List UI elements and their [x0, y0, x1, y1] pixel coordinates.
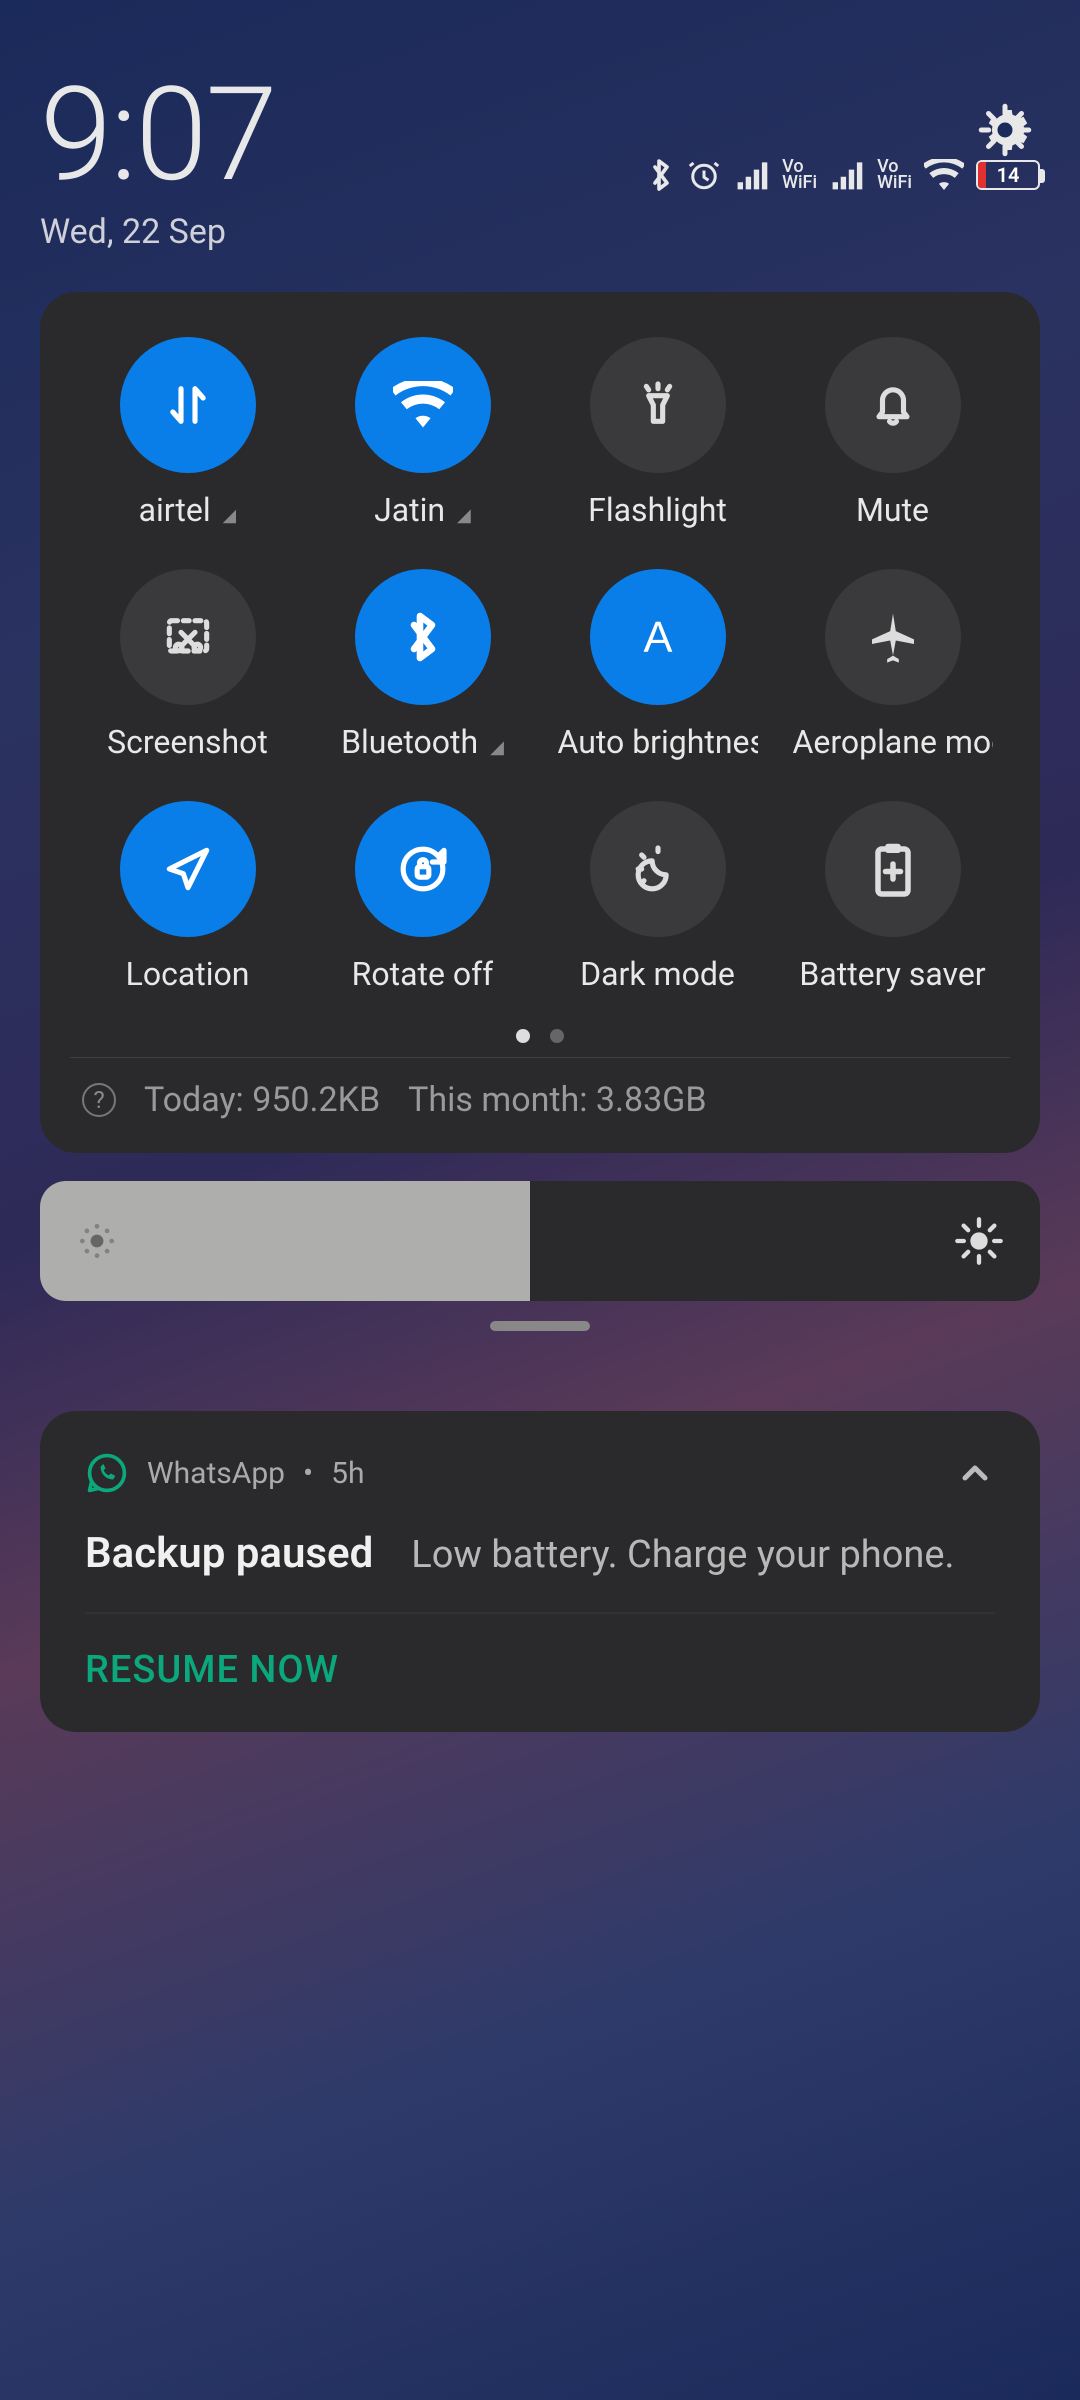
wifi-status-icon	[924, 159, 964, 191]
qs-tile-darkmode[interactable]: Dark mode	[540, 801, 775, 993]
vowifi-2-icon: VoWiFi	[877, 159, 912, 191]
qs-label-auto-brightness: Auto brightness	[558, 723, 758, 761]
help-icon: ?	[82, 1083, 116, 1117]
qs-tile-flashlight[interactable]: Flashlight	[540, 337, 775, 529]
qs-label-mobile-data: airtel ◢	[139, 491, 237, 529]
qs-label-aeroplane: Aeroplane mode	[793, 723, 993, 761]
qs-label-location: Location	[126, 955, 250, 993]
qs-tile-bluetooth[interactable]: Bluetooth ◢	[305, 569, 540, 761]
pager-dot-1	[516, 1029, 530, 1043]
shade-handle[interactable]	[490, 1321, 590, 1331]
quick-settings-panel: airtel ◢ Jatin ◢ Flashlight Mute Screenshot B…	[40, 292, 1040, 1153]
qs-tile-rotate[interactable]: Rotate off	[305, 801, 540, 993]
letter-a-icon[interactable]: A	[590, 569, 726, 705]
qs-tile-mute[interactable]: Mute	[775, 337, 1010, 529]
signal-2-icon	[829, 160, 865, 190]
notification-title: Backup paused	[85, 1529, 373, 1578]
brightness-low-icon	[75, 1219, 119, 1263]
notification-sep: •	[303, 1456, 313, 1491]
bluetooth-status-icon	[648, 155, 674, 195]
wifi-icon[interactable]	[355, 337, 491, 473]
chevron-caret-icon: ◢	[457, 505, 471, 526]
data-arrows-icon[interactable]	[120, 337, 256, 473]
bluetooth-icon[interactable]	[355, 569, 491, 705]
chevron-caret-icon: ◢	[223, 505, 237, 526]
pager-dot-2	[550, 1029, 564, 1043]
usage-month-label: This month: 3.83GB	[408, 1080, 706, 1120]
qs-label-screenshot: Screenshot	[107, 723, 268, 761]
signal-1-icon	[734, 160, 770, 190]
whatsapp-icon	[85, 1451, 129, 1495]
qs-label-darkmode: Dark mode	[580, 955, 735, 993]
qs-label-bluetooth: Bluetooth ◢	[341, 723, 504, 761]
qs-tile-mobile-data[interactable]: airtel ◢	[70, 337, 305, 529]
header: 9:07 Wed, 22 Sep	[0, 0, 1080, 282]
qs-tile-aeroplane[interactable]: Aeroplane mode	[775, 569, 1010, 761]
torch-icon[interactable]	[590, 337, 726, 473]
qs-tile-auto-brightness[interactable]: A Auto brightness	[540, 569, 775, 761]
notification-text: Low battery. Charge your phone.	[411, 1533, 954, 1577]
qs-tile-location[interactable]: Location	[70, 801, 305, 993]
rotate-lock-icon[interactable]	[355, 801, 491, 937]
clock-time[interactable]: 9:07	[40, 70, 276, 200]
nav-arrow-icon[interactable]	[120, 801, 256, 937]
notification-app-label: WhatsApp	[147, 1456, 285, 1491]
moon-sun-icon[interactable]	[590, 801, 726, 937]
resume-now-button[interactable]: RESUME NOW	[85, 1648, 995, 1692]
chevron-caret-icon: ◢	[490, 737, 504, 758]
bell-icon[interactable]	[825, 337, 961, 473]
qs-label-battery-saver: Battery saver	[799, 955, 985, 993]
notification-card[interactable]: WhatsApp • 5h Backup paused Low battery.…	[40, 1411, 1040, 1732]
scissors-icon[interactable]	[120, 569, 256, 705]
notification-age-label: 5h	[331, 1456, 364, 1491]
qs-label-mute: Mute	[856, 491, 929, 529]
data-usage-row[interactable]: ? Today: 950.2KB This month: 3.83GB	[70, 1057, 1010, 1128]
usage-today-label: Today: 950.2KB	[144, 1080, 380, 1120]
collapse-icon[interactable]	[955, 1453, 995, 1493]
clock-date: Wed, 22 Sep	[40, 212, 276, 252]
qs-label-rotate: Rotate off	[352, 955, 494, 993]
qs-label-flashlight: Flashlight	[588, 491, 727, 529]
settings-button[interactable]	[975, 100, 1035, 160]
battery-status-icon: 14	[976, 160, 1040, 190]
qs-tile-screenshot[interactable]: Screenshot	[70, 569, 305, 761]
qs-label-wifi: Jatin ◢	[374, 491, 471, 529]
vowifi-1-icon: VoWiFi	[782, 159, 817, 191]
qs-tile-battery-saver[interactable]: Battery saver	[775, 801, 1010, 993]
svg-text:A: A	[643, 614, 672, 662]
qs-tile-wifi[interactable]: Jatin ◢	[305, 337, 540, 529]
status-bar: VoWiFi VoWiFi 14	[648, 155, 1040, 195]
battery-percent-label: 14	[978, 163, 1038, 187]
battery-plus-icon[interactable]	[825, 801, 961, 937]
brightness-slider[interactable]	[40, 1181, 1040, 1301]
alarm-status-icon	[686, 157, 722, 193]
plane-icon[interactable]	[825, 569, 961, 705]
page-indicator[interactable]	[70, 1028, 1010, 1047]
brightness-high-icon	[953, 1215, 1005, 1267]
